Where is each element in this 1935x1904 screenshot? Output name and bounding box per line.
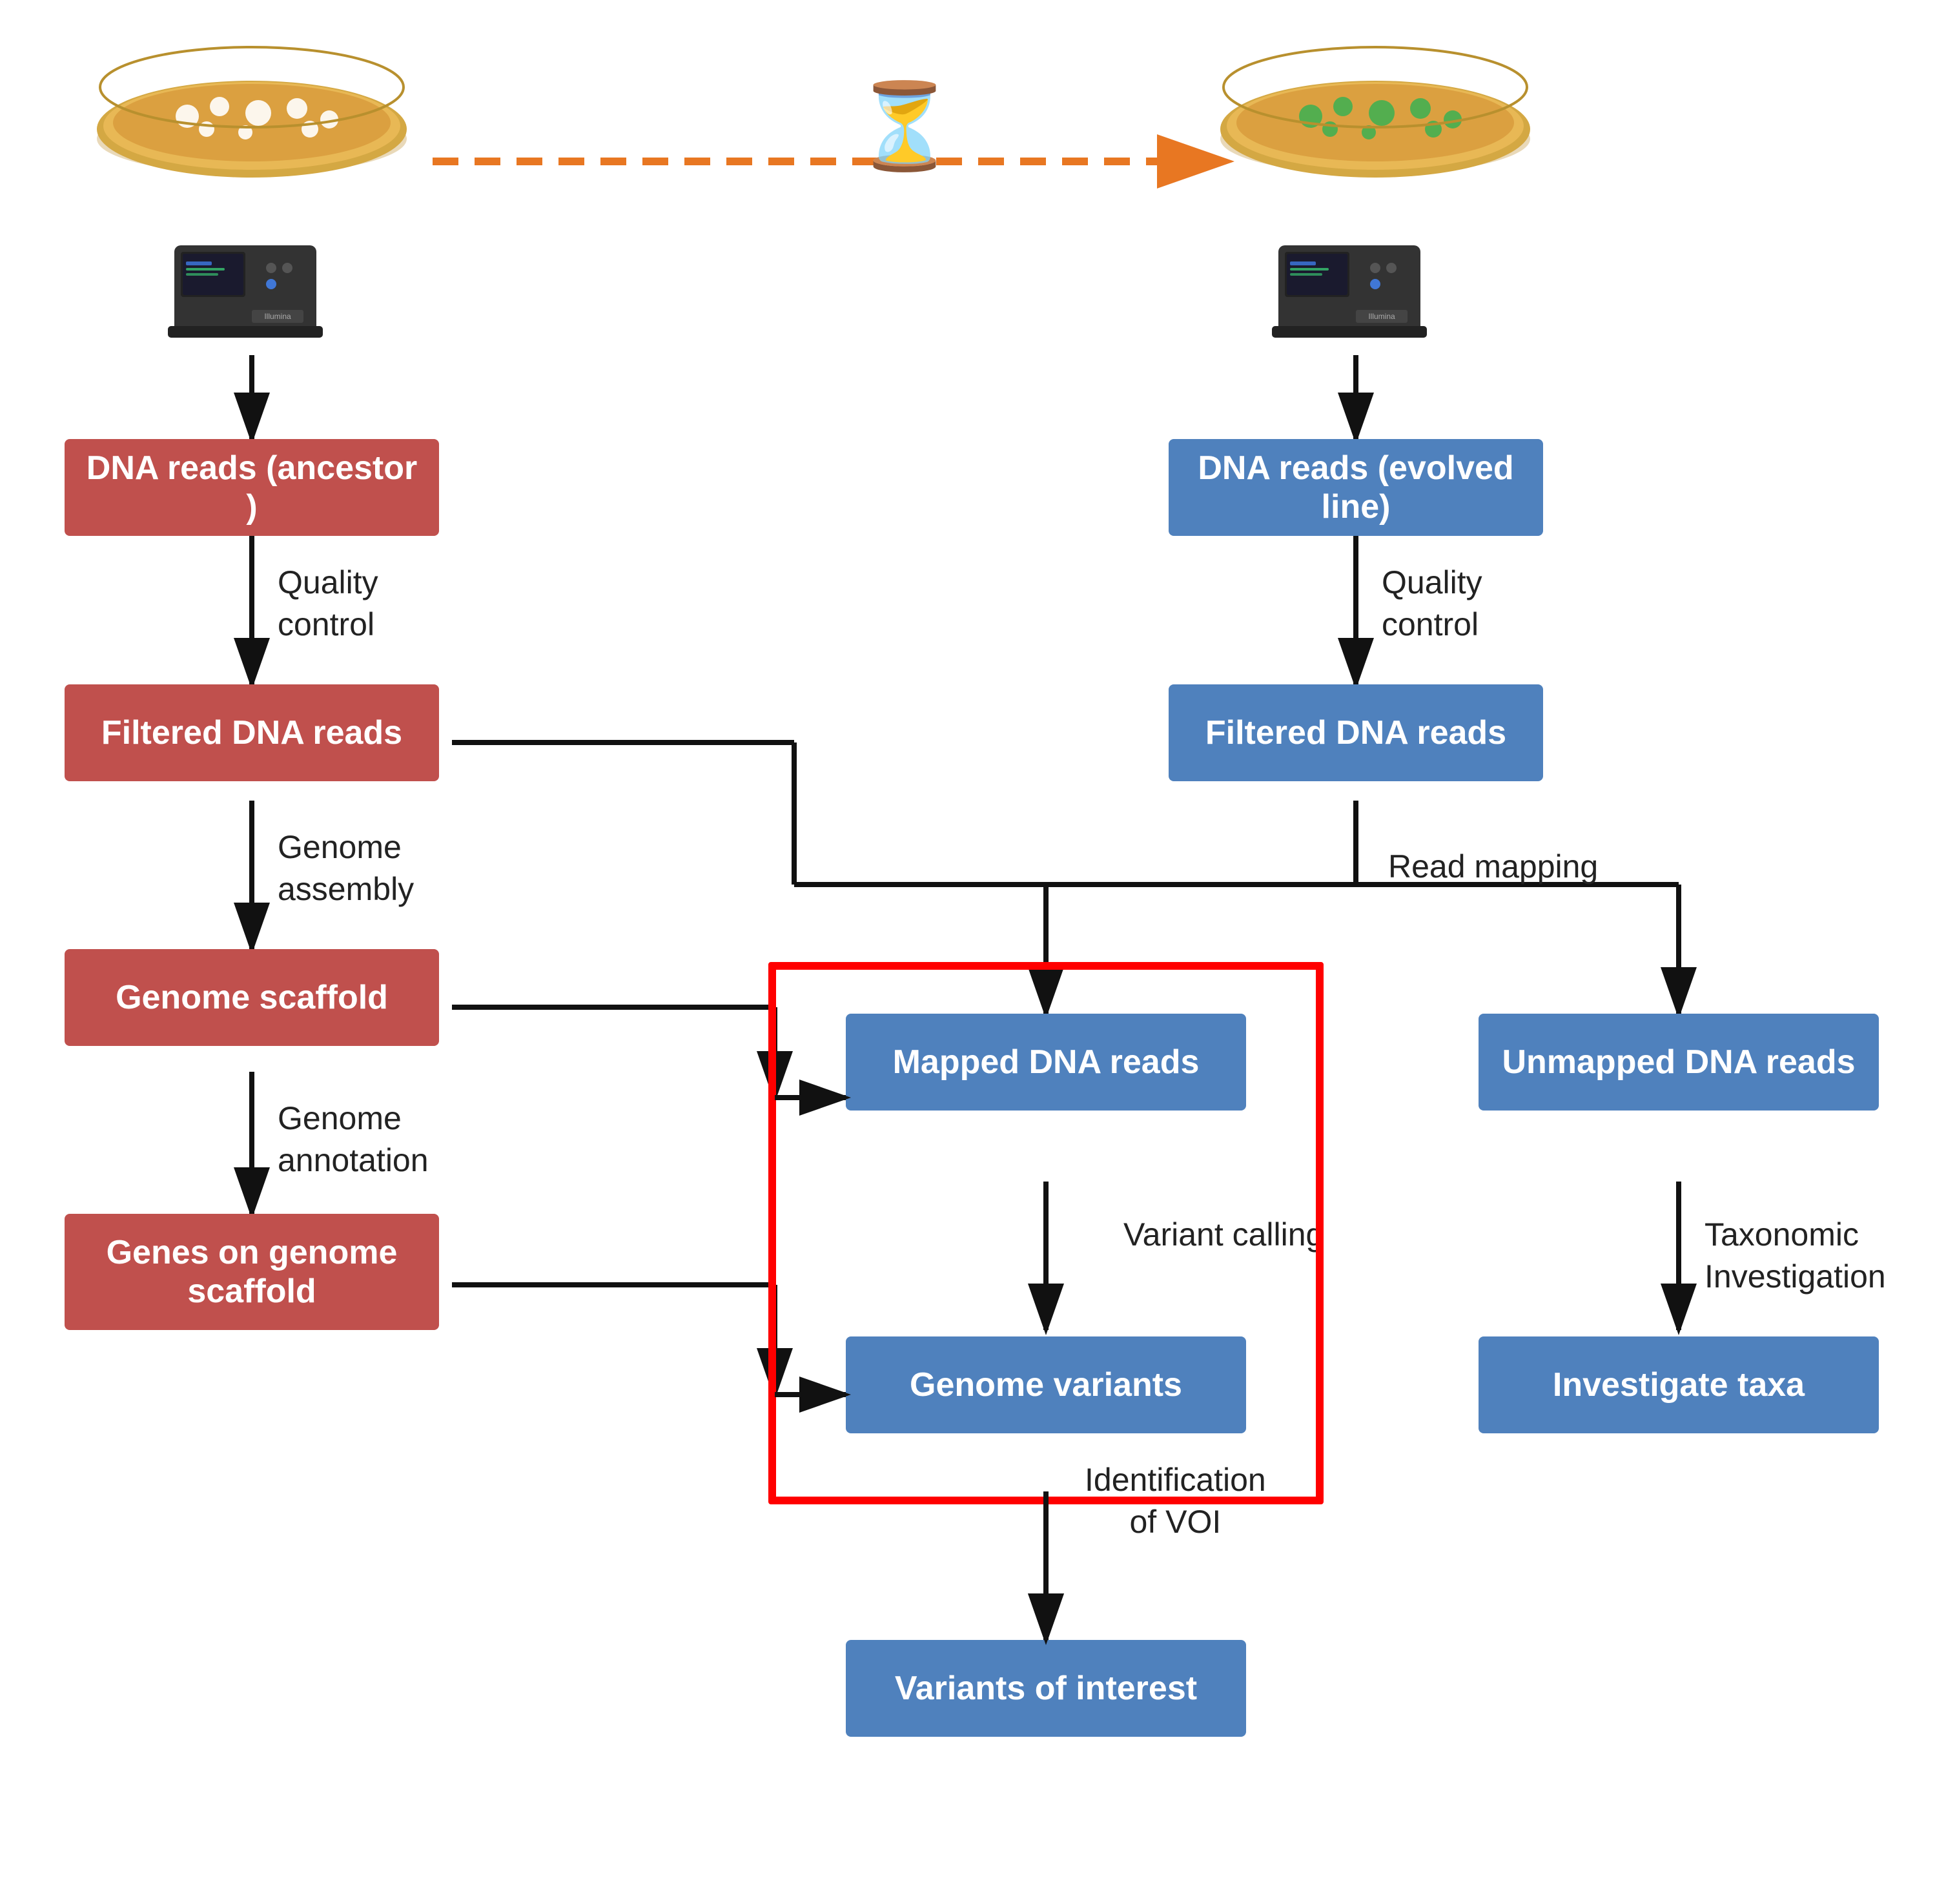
svg-text:Illumina: Illumina bbox=[264, 312, 291, 321]
label-quality-control-left: Quality control bbox=[278, 562, 378, 646]
label-read-mapping: Read mapping bbox=[1388, 846, 1598, 888]
svg-text:Illumina: Illumina bbox=[1368, 312, 1395, 321]
label-variant-calling: Variant calling bbox=[1123, 1214, 1324, 1256]
box-mapped-reads: Mapped DNA reads bbox=[846, 1014, 1246, 1111]
label-taxonomic-investigation: Taxonomic Investigation bbox=[1705, 1214, 1886, 1298]
box-dna-ancestor: DNA reads (ancestor ) bbox=[65, 439, 439, 536]
box-filtered-ancestor: Filtered DNA reads bbox=[65, 684, 439, 781]
label-quality-control-right: Quality control bbox=[1382, 562, 1482, 646]
box-unmapped-reads: Unmapped DNA reads bbox=[1479, 1014, 1879, 1111]
label-genome-assembly: Genome assembly bbox=[278, 826, 414, 910]
label-genome-annotation: Genome annotation bbox=[278, 1098, 429, 1182]
box-filtered-evolved: Filtered DNA reads bbox=[1169, 684, 1543, 781]
label-identification-voi: Identification of VOI bbox=[1085, 1459, 1266, 1543]
box-dna-evolved: DNA reads (evolved line) bbox=[1169, 439, 1543, 536]
hourglass-icon: ⏳ bbox=[852, 84, 956, 187]
box-investigate-taxa: Investigate taxa bbox=[1479, 1336, 1879, 1433]
diagram-container: ⏳ Illumina bbox=[0, 0, 1935, 1904]
box-genome-scaffold: Genome scaffold bbox=[65, 949, 439, 1046]
sequencer-left: Illumina bbox=[161, 226, 342, 345]
sequencer-right: Illumina bbox=[1265, 226, 1446, 345]
box-genome-variants: Genome variants bbox=[846, 1336, 1246, 1433]
petri-evolved bbox=[1207, 39, 1543, 181]
box-variants-of-interest: Variants of interest bbox=[846, 1640, 1246, 1737]
box-genes-on-scaffold: Genes on genome scaffold bbox=[65, 1214, 439, 1330]
petri-ancestor bbox=[84, 39, 420, 181]
